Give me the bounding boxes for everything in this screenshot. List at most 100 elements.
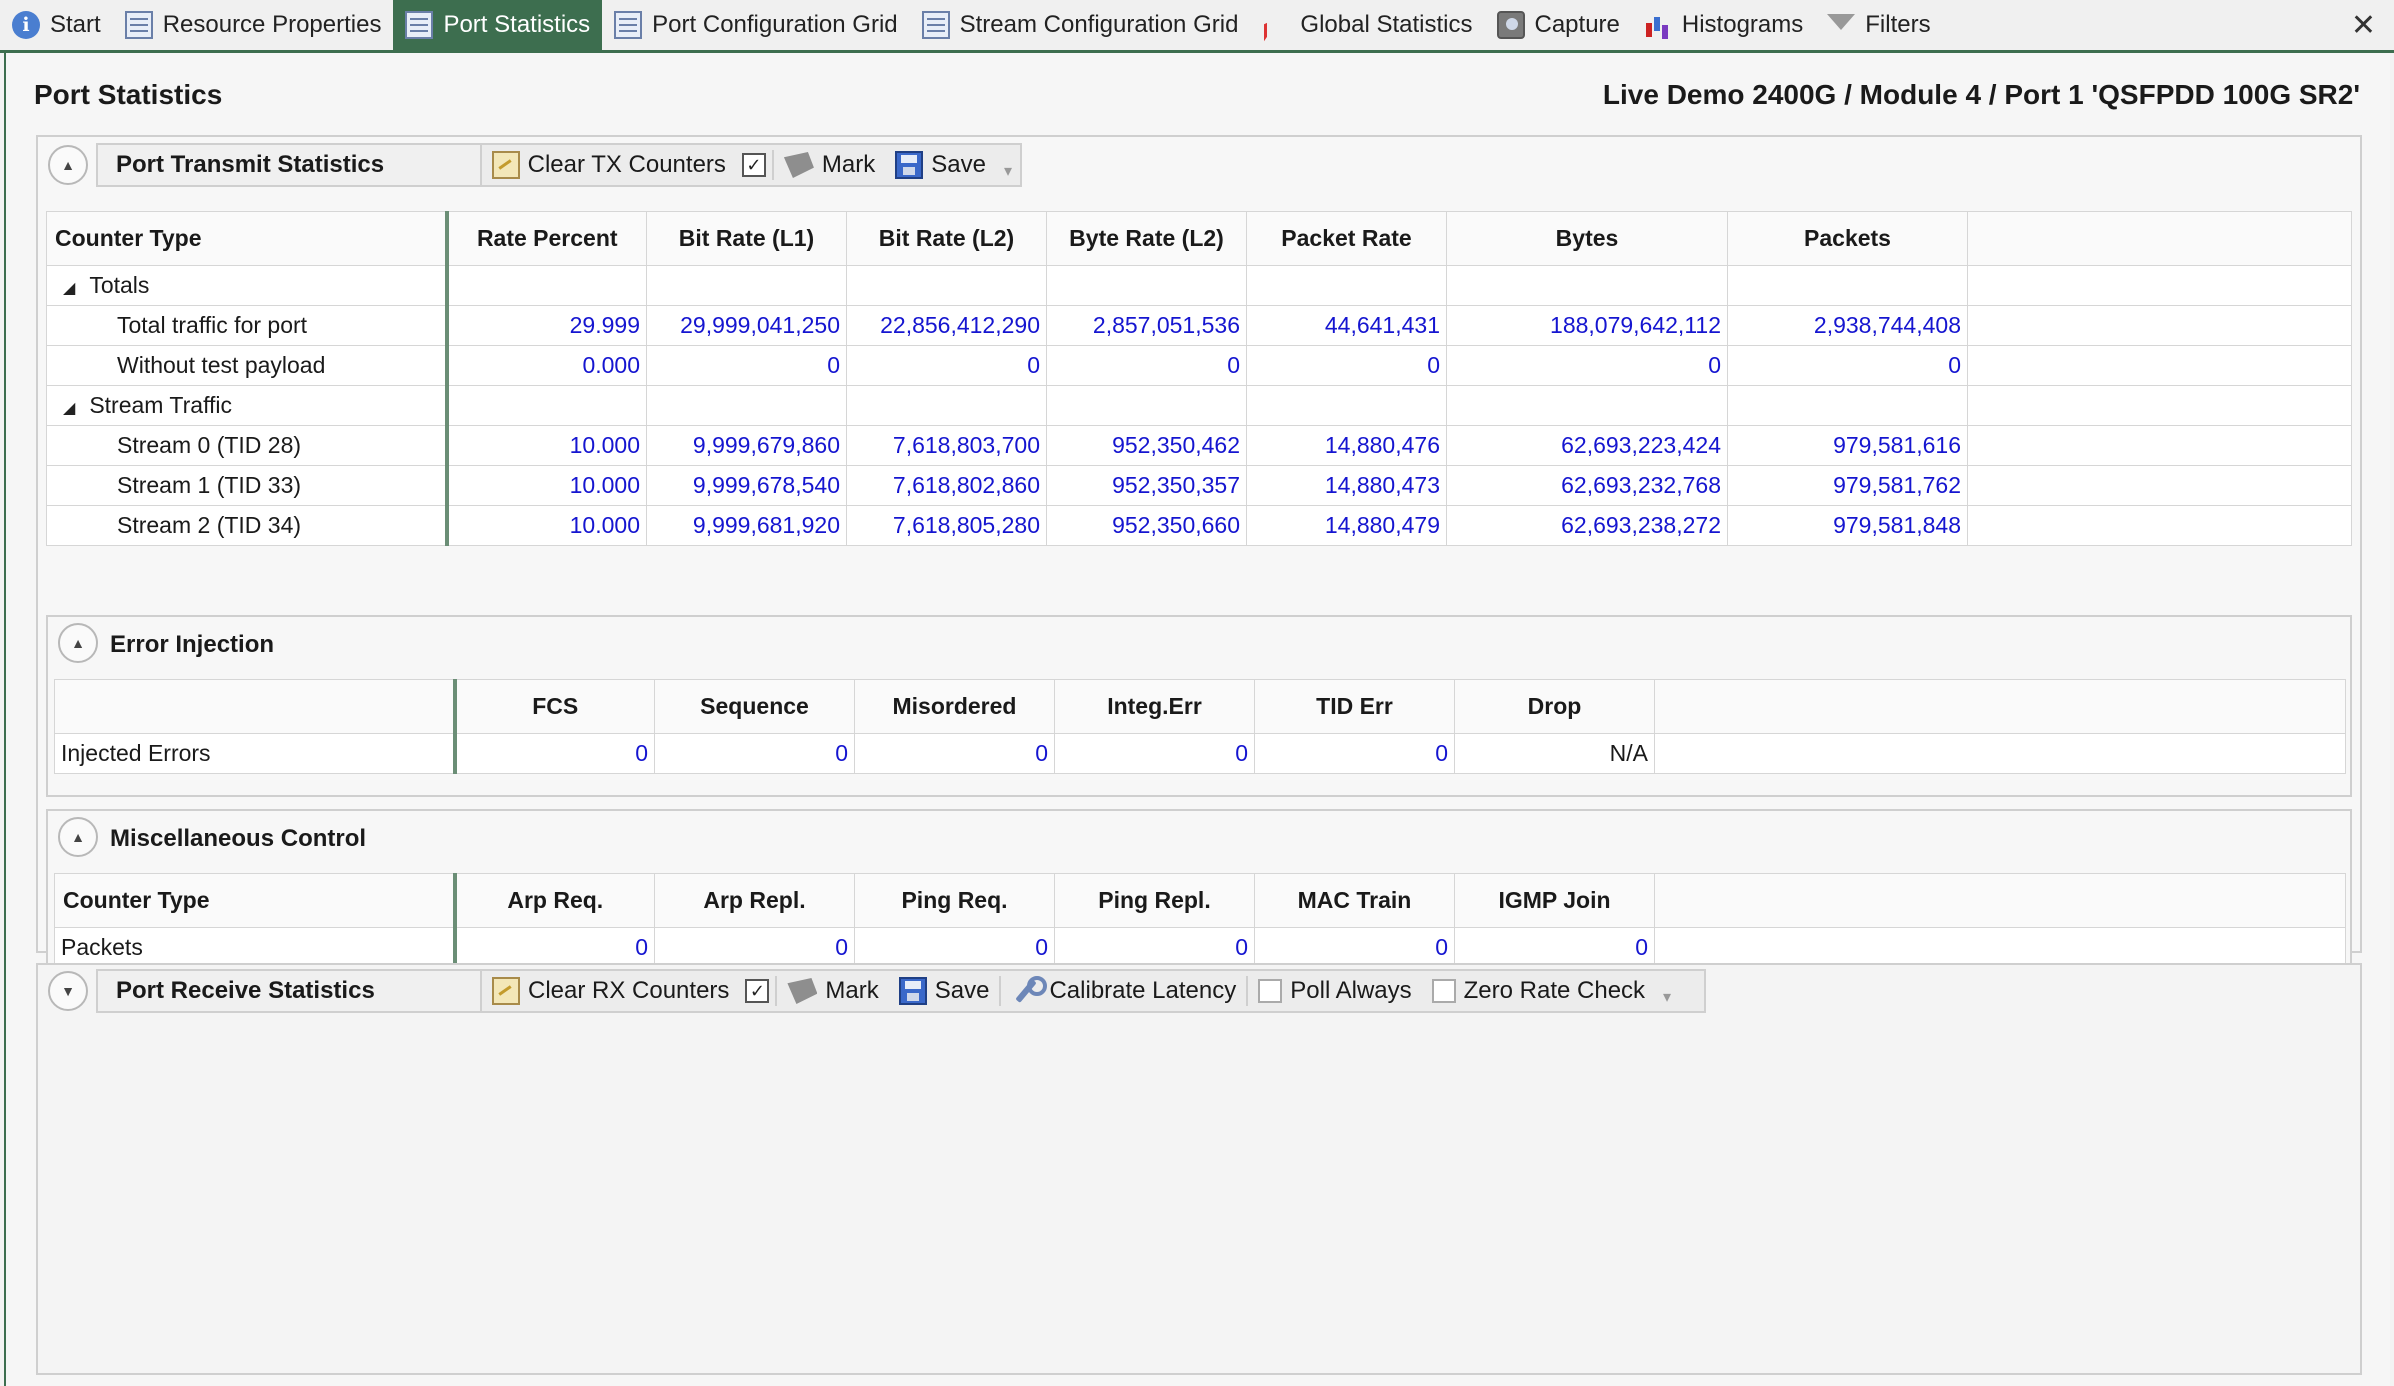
column-header[interactable]: Bit Rate (L2) xyxy=(846,211,1047,266)
group-row-totals[interactable]: ◢ Totals xyxy=(46,265,2352,306)
checkmark-icon: ✓ xyxy=(745,979,770,1003)
error-injection-header-row: FCS Sequence Misordered Integ.Err TID Er… xyxy=(54,679,2346,734)
group-row-stream-traffic[interactable]: ◢ Stream Traffic xyxy=(46,385,2352,426)
value-cell: 952,350,462 xyxy=(1046,425,1247,466)
table-row[interactable]: Injected Errors 0 0 0 0 0 N/A xyxy=(54,733,2346,774)
tab-global-statistics[interactable]: Global Statistics xyxy=(1250,0,1484,50)
value-cell: 0 xyxy=(1246,345,1447,386)
value-cell: 62,693,223,424 xyxy=(1446,425,1728,466)
column-header[interactable]: Counter Type xyxy=(54,873,457,928)
toolbar-overflow-icon[interactable]: ▾ xyxy=(1655,987,1679,1007)
tx-title: Port Transmit Statistics xyxy=(98,145,482,185)
value-cell: 7,618,805,280 xyxy=(846,505,1047,546)
column-header[interactable]: MAC Train xyxy=(1254,873,1455,928)
tx-save-button[interactable]: Save xyxy=(885,145,996,185)
value-cell: 29.999 xyxy=(446,305,647,346)
column-header[interactable]: Packets xyxy=(1727,211,1968,266)
tab-label: Port Configuration Grid xyxy=(652,11,898,38)
column-header[interactable]: Arp Repl. xyxy=(654,873,855,928)
table-row[interactable]: Stream 2 (TID 34) 10.000 9,999,681,920 7… xyxy=(46,505,2352,546)
tab-port-configuration-grid[interactable]: Port Configuration Grid xyxy=(602,0,909,50)
value-cell: 9,999,681,920 xyxy=(646,505,847,546)
column-header[interactable]: IGMP Join xyxy=(1454,873,1655,928)
tab-histograms[interactable]: Histograms xyxy=(1632,0,1815,50)
row-label: Stream 2 (TID 34) xyxy=(46,505,449,546)
tab-capture[interactable]: Capture xyxy=(1485,0,1632,50)
table-row[interactable]: Total traffic for port 29.999 29,999,041… xyxy=(46,305,2352,346)
column-header[interactable]: Misordered xyxy=(854,679,1055,734)
error-injection-title: Error Injection xyxy=(110,631,275,658)
column-header[interactable]: Drop xyxy=(1454,679,1655,734)
empty-cell xyxy=(1446,265,1728,306)
column-header[interactable]: Sequence xyxy=(654,679,855,734)
collapse-misc-control-button[interactable]: ▲ xyxy=(58,817,98,857)
tab-filters[interactable]: Filters xyxy=(1815,0,1942,50)
value-cell: 188,079,642,112 xyxy=(1446,305,1728,346)
collapse-tx-button[interactable]: ▲ xyxy=(48,145,88,185)
calibrate-latency-button[interactable]: Calibrate Latency xyxy=(1001,971,1246,1011)
column-header[interactable]: Bit Rate (L1) xyxy=(646,211,847,266)
clear-rx-counters-button[interactable]: Clear RX Counters xyxy=(482,971,739,1011)
column-header[interactable]: Packet Rate xyxy=(1246,211,1447,266)
tx-mark-button[interactable]: Mark xyxy=(774,145,885,185)
column-header[interactable]: Byte Rate (L2) xyxy=(1046,211,1247,266)
rx-mark-button[interactable]: Mark xyxy=(777,971,888,1011)
empty-cell xyxy=(846,385,1047,426)
value-cell: 952,350,357 xyxy=(1046,465,1247,506)
tx-toolbar: Port Transmit Statistics Clear TX Counte… xyxy=(96,143,1022,187)
column-header[interactable]: Arp Req. xyxy=(454,873,655,928)
tab-stream-configuration-grid[interactable]: Stream Configuration Grid xyxy=(910,0,1251,50)
rx-title: Port Receive Statistics xyxy=(98,971,482,1011)
value-cell: 0 xyxy=(1254,927,1455,968)
close-tab-icon[interactable]: ✕ xyxy=(2351,8,2376,43)
rx-save-button[interactable]: Save xyxy=(889,971,1000,1011)
grid-icon xyxy=(405,11,434,39)
value-cell: 979,581,848 xyxy=(1727,505,1968,546)
poll-always-checkbox[interactable]: Poll Always xyxy=(1248,971,1421,1011)
collapse-triangle-icon[interactable]: ◢ xyxy=(63,278,75,298)
tab-port-statistics[interactable]: Port Statistics xyxy=(393,0,603,50)
tab-resource-properties[interactable]: Resource Properties xyxy=(113,0,394,50)
column-header[interactable]: Integ.Err xyxy=(1054,679,1255,734)
table-row[interactable]: Without test payload 0.000 0 0 0 0 0 0 xyxy=(46,345,2352,386)
row-label: Total traffic for port xyxy=(46,305,449,346)
column-header[interactable]: Ping Req. xyxy=(854,873,1055,928)
value-cell: 2,857,051,536 xyxy=(1046,305,1247,346)
table-row[interactable]: Packets 0 0 0 0 0 0 xyxy=(54,927,2346,968)
column-header[interactable]: Rate Percent xyxy=(446,211,647,266)
table-row[interactable]: Stream 0 (TID 28) 10.000 9,999,679,860 7… xyxy=(46,425,2352,466)
group-cell[interactable]: ◢ Totals xyxy=(46,265,449,306)
clear-tx-counters-button[interactable]: Clear TX Counters xyxy=(482,145,736,185)
zero-rate-check-checkbox[interactable]: Zero Rate Check xyxy=(1422,971,1655,1011)
value-cell: 0 xyxy=(454,733,655,774)
mark-icon xyxy=(783,152,814,178)
value-cell: 44,641,431 xyxy=(1246,305,1447,346)
value-cell: 979,581,616 xyxy=(1727,425,1968,466)
empty-cell xyxy=(646,385,847,426)
misc-control-table: Counter Type Arp Req. Arp Repl. Ping Req… xyxy=(54,873,2346,968)
column-header[interactable]: TID Err xyxy=(1254,679,1455,734)
value-cell: 0 xyxy=(1054,733,1255,774)
empty-cell xyxy=(1727,385,1968,426)
rx-auto-checkbox[interactable]: ✓ xyxy=(739,971,775,1011)
calibrate-latency-label: Calibrate Latency xyxy=(1049,977,1237,1004)
column-header[interactable]: FCS xyxy=(454,679,655,734)
tab-start[interactable]: i Start xyxy=(0,0,113,50)
group-cell[interactable]: ◢ Stream Traffic xyxy=(46,385,449,426)
tx-auto-checkbox[interactable]: ✓ xyxy=(736,145,772,185)
column-header[interactable]: Bytes xyxy=(1446,211,1728,266)
expand-rx-button[interactable]: ▼ xyxy=(48,971,88,1011)
save-icon xyxy=(895,151,924,179)
table-row[interactable]: Stream 1 (TID 33) 10.000 9,999,678,540 7… xyxy=(46,465,2352,506)
document-tab-strip: i Start Resource Properties Port Statist… xyxy=(0,0,2394,53)
column-header[interactable]: Ping Repl. xyxy=(1054,873,1255,928)
empty-cell xyxy=(1654,733,2346,774)
collapse-error-injection-button[interactable]: ▲ xyxy=(58,623,98,663)
value-cell: 14,880,479 xyxy=(1246,505,1447,546)
wrench-icon xyxy=(1011,976,1048,1006)
value-cell: 0 xyxy=(1054,927,1255,968)
collapse-triangle-icon[interactable]: ◢ xyxy=(63,398,75,418)
tx-header-row: Counter Type Rate Percent Bit Rate (L1) … xyxy=(46,211,2352,266)
column-header[interactable]: Counter Type xyxy=(46,211,449,266)
toolbar-overflow-icon[interactable]: ▾ xyxy=(996,161,1020,181)
